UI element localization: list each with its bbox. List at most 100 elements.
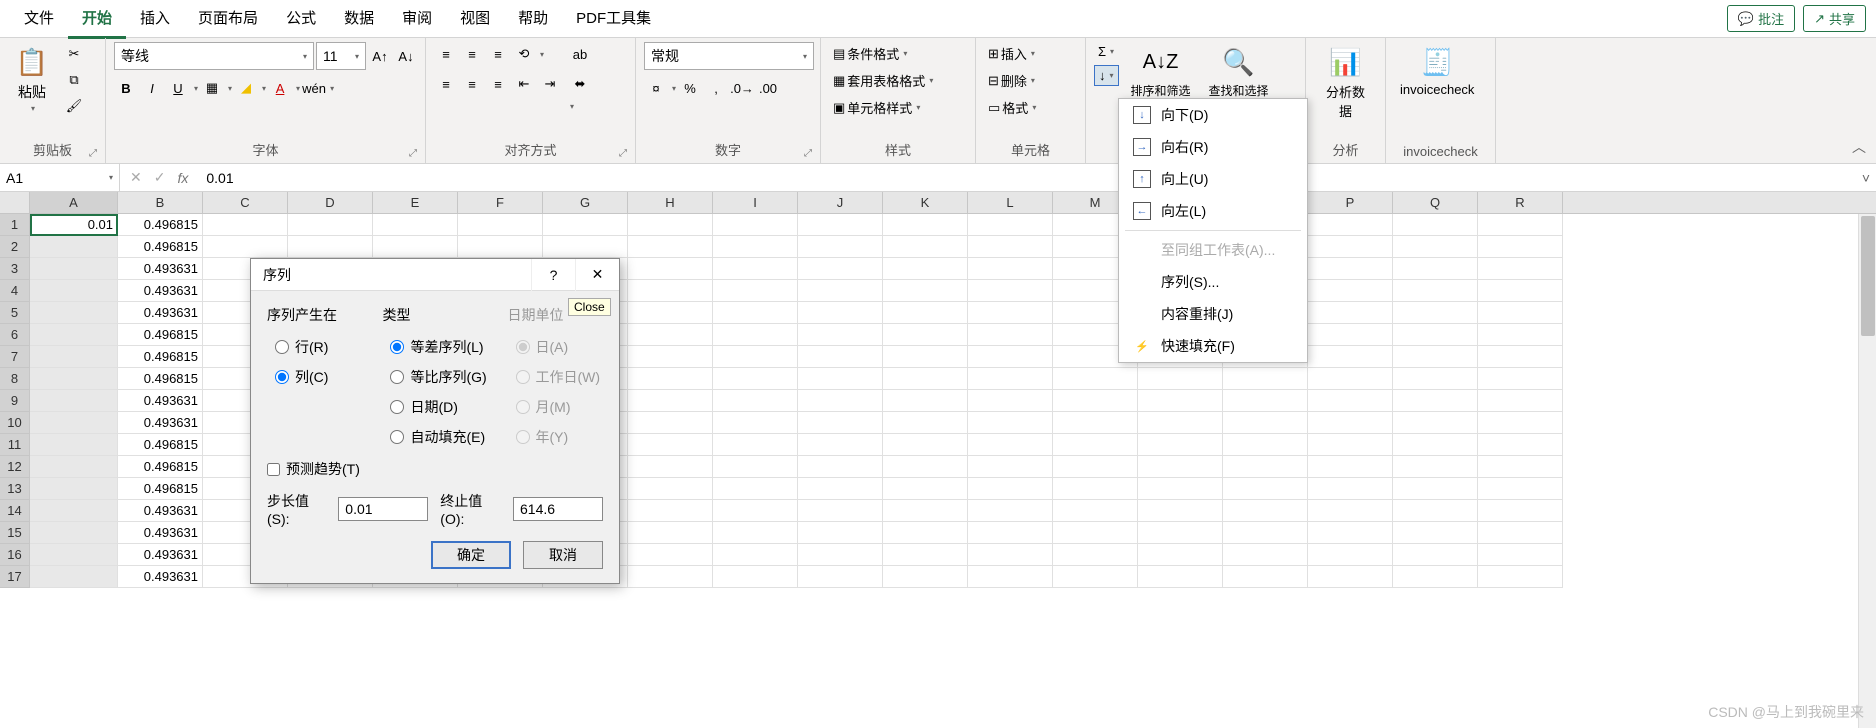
accept-formula-icon[interactable]: ✓ (154, 169, 166, 186)
cell-J4[interactable] (798, 280, 883, 302)
cell-P1[interactable] (1308, 214, 1393, 236)
cell-I4[interactable] (713, 280, 798, 302)
dialog-launcher-icon[interactable]: ⤢ (409, 148, 417, 159)
copy-icon[interactable]: ⧉ (62, 68, 86, 92)
cell-P6[interactable] (1308, 324, 1393, 346)
format-painter-icon[interactable]: 🖌 (62, 94, 86, 118)
cell-L15[interactable] (968, 522, 1053, 544)
cell-L2[interactable] (968, 236, 1053, 258)
fx-icon[interactable]: fx (177, 170, 188, 186)
currency-icon[interactable]: ¤ (644, 76, 668, 100)
cell-B7[interactable]: 0.496815 (118, 346, 203, 368)
cell-R12[interactable] (1478, 456, 1563, 478)
row-header-12[interactable]: 12 (0, 456, 30, 478)
cell-K15[interactable] (883, 522, 968, 544)
cell-P15[interactable] (1308, 522, 1393, 544)
cell-B8[interactable]: 0.496815 (118, 368, 203, 390)
cell-L6[interactable] (968, 324, 1053, 346)
cell-A16[interactable] (30, 544, 118, 566)
formula-input[interactable] (200, 168, 1846, 188)
cell-I17[interactable] (713, 566, 798, 588)
cell-O16[interactable] (1223, 544, 1308, 566)
cell-A4[interactable] (30, 280, 118, 302)
row-header-5[interactable]: 5 (0, 302, 30, 324)
cell-Q13[interactable] (1393, 478, 1478, 500)
col-header-P[interactable]: P (1308, 192, 1393, 213)
cell-styles-button[interactable]: ▣ 单元格样式 ▾ (829, 96, 924, 119)
cell-B5[interactable]: 0.493631 (118, 302, 203, 324)
row-header-16[interactable]: 16 (0, 544, 30, 566)
col-header-G[interactable]: G (543, 192, 628, 213)
menu-tab-5[interactable]: 数据 (330, 0, 388, 39)
cell-M15[interactable] (1053, 522, 1138, 544)
bold-button[interactable]: B (114, 76, 138, 100)
cell-B1[interactable]: 0.496815 (118, 214, 203, 236)
cell-J11[interactable] (798, 434, 883, 456)
cut-icon[interactable]: ✂ (62, 42, 86, 66)
cell-K4[interactable] (883, 280, 968, 302)
cell-Q16[interactable] (1393, 544, 1478, 566)
cell-C2[interactable] (203, 236, 288, 258)
cell-B13[interactable]: 0.496815 (118, 478, 203, 500)
select-all-corner[interactable] (0, 192, 30, 213)
align-left-icon[interactable]: ≡ (434, 72, 458, 96)
cell-L9[interactable] (968, 390, 1053, 412)
collapse-ribbon-icon[interactable]: ︿ (1852, 137, 1866, 157)
cell-Q7[interactable] (1393, 346, 1478, 368)
cell-H9[interactable] (628, 390, 713, 412)
cell-Q9[interactable] (1393, 390, 1478, 412)
cell-F1[interactable] (458, 214, 543, 236)
row-header-6[interactable]: 6 (0, 324, 30, 346)
cell-J16[interactable] (798, 544, 883, 566)
row-header-11[interactable]: 11 (0, 434, 30, 456)
cell-P7[interactable] (1308, 346, 1393, 368)
cell-G1[interactable] (543, 214, 628, 236)
cell-A8[interactable] (30, 368, 118, 390)
cell-O14[interactable] (1223, 500, 1308, 522)
cell-L8[interactable] (968, 368, 1053, 390)
increase-decimal-icon[interactable]: .0→ (730, 76, 754, 100)
cell-H5[interactable] (628, 302, 713, 324)
invoicecheck-button[interactable]: 🧾 invoicecheck (1394, 42, 1480, 99)
cell-A3[interactable] (30, 258, 118, 280)
col-header-K[interactable]: K (883, 192, 968, 213)
cell-K11[interactable] (883, 434, 968, 456)
dialog-close-button[interactable]: ✕ (575, 259, 619, 291)
cell-O9[interactable] (1223, 390, 1308, 412)
col-header-E[interactable]: E (373, 192, 458, 213)
name-box[interactable]: A1▾ (0, 164, 120, 191)
cell-R6[interactable] (1478, 324, 1563, 346)
menu-tab-7[interactable]: 视图 (446, 0, 504, 39)
cell-J10[interactable] (798, 412, 883, 434)
menu-tab-4[interactable]: 公式 (272, 0, 330, 39)
cell-L11[interactable] (968, 434, 1053, 456)
orientation-icon[interactable]: ⟲ (512, 42, 536, 66)
border-icon[interactable]: ▦ (200, 76, 224, 100)
delete-cells-button[interactable]: ⊟ 删除 ▾ (984, 69, 1039, 92)
cell-R16[interactable] (1478, 544, 1563, 566)
cell-Q12[interactable] (1393, 456, 1478, 478)
cell-O17[interactable] (1223, 566, 1308, 588)
menu-tab-0[interactable]: 文件 (10, 0, 68, 39)
cell-L10[interactable] (968, 412, 1053, 434)
cell-L7[interactable] (968, 346, 1053, 368)
cell-B3[interactable]: 0.493631 (118, 258, 203, 280)
menu-tab-6[interactable]: 审阅 (388, 0, 446, 39)
cell-J13[interactable] (798, 478, 883, 500)
cell-L4[interactable] (968, 280, 1053, 302)
cell-J14[interactable] (798, 500, 883, 522)
cell-H8[interactable] (628, 368, 713, 390)
format-cells-button[interactable]: ▭ 格式 ▾ (984, 96, 1040, 119)
col-header-I[interactable]: I (713, 192, 798, 213)
cell-D2[interactable] (288, 236, 373, 258)
fill-series-item[interactable]: 序列(S)... (1119, 266, 1307, 298)
cell-B10[interactable]: 0.493631 (118, 412, 203, 434)
cell-P2[interactable] (1308, 236, 1393, 258)
cell-R17[interactable] (1478, 566, 1563, 588)
row-header-1[interactable]: 1 (0, 214, 30, 236)
cell-H7[interactable] (628, 346, 713, 368)
align-bottom-icon[interactable]: ≡ (486, 42, 510, 66)
menu-tab-2[interactable]: 插入 (126, 0, 184, 39)
fill-button[interactable]: ↓ ▾ (1094, 65, 1119, 86)
cell-K1[interactable] (883, 214, 968, 236)
